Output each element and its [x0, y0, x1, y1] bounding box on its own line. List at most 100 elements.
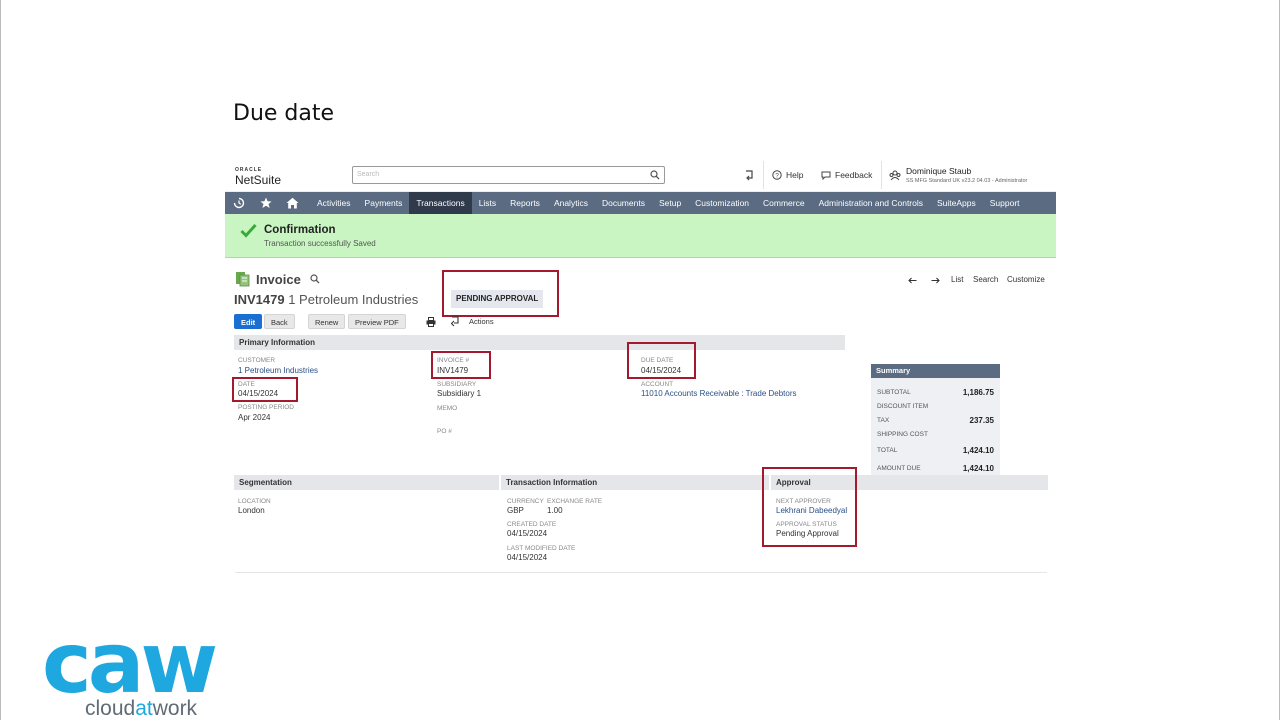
- account-value[interactable]: 11010 Accounts Receivable : Trade Debtor…: [641, 389, 797, 398]
- back-button[interactable]: Back: [264, 314, 295, 329]
- print-icon[interactable]: [426, 317, 436, 327]
- search-link[interactable]: Search: [973, 275, 998, 284]
- nav-item-analytics[interactable]: Analytics: [547, 192, 595, 214]
- invoice-icon: [236, 272, 250, 287]
- attach-icon[interactable]: [449, 316, 460, 327]
- slide-title: Due date: [233, 101, 335, 126]
- nav-item-administration-and-controls[interactable]: Administration and Controls: [812, 192, 930, 214]
- total-value: 1,424.10: [962, 446, 994, 455]
- recent-records-icon[interactable]: [743, 169, 755, 181]
- posting-period-value: Apr 2024: [238, 413, 271, 422]
- summary-panel: Summary SUBTOTAL 1,186.75 DISCOUNT ITEM T…: [871, 364, 1000, 475]
- highlight-box: [232, 377, 298, 402]
- netsuite-screenshot: ORACLE NetSuite Search ? Help Feedback D…: [225, 158, 1056, 578]
- record-number: INV1479: [234, 292, 285, 307]
- nav-item-activities[interactable]: Activities: [310, 192, 358, 214]
- help-icon: ?: [772, 170, 782, 180]
- divider: [763, 161, 764, 189]
- nav-item-transactions[interactable]: Transactions: [409, 192, 472, 214]
- roles-icon[interactable]: [889, 170, 901, 181]
- tax-label: TAX: [877, 417, 890, 424]
- nav-item-customization[interactable]: Customization: [688, 192, 756, 214]
- tax-value: 237.35: [969, 416, 994, 425]
- currency-value: GBP: [507, 506, 524, 515]
- search-placeholder: Search: [357, 171, 380, 178]
- summary-amount-due: AMOUNT DUE 1,424.10: [877, 464, 994, 473]
- location-value: London: [238, 506, 265, 515]
- next-record-icon[interactable]: [931, 277, 940, 284]
- preview-pdf-button[interactable]: Preview PDF: [348, 314, 406, 329]
- divider: [881, 161, 882, 189]
- brand-word-cloud: cloud: [85, 697, 136, 720]
- last-modified-date-value: 04/15/2024: [507, 553, 548, 562]
- search-icon[interactable]: [650, 170, 660, 180]
- previous-record-icon[interactable]: [908, 277, 917, 284]
- discount-label: DISCOUNT ITEM: [877, 403, 929, 410]
- nav-item-commerce[interactable]: Commerce: [756, 192, 812, 214]
- checkmark-icon: [240, 223, 257, 238]
- confirmation-banner: Confirmation Transaction successfully Sa…: [225, 214, 1056, 258]
- main-nav: Activities Payments Transactions Lists Repor…: [225, 192, 1056, 214]
- summary-subtotal: SUBTOTAL 1,186.75: [877, 388, 994, 397]
- recent-records-nav[interactable]: [225, 192, 252, 214]
- confirmation-message: Transaction successfully Saved: [264, 239, 376, 248]
- nav-item-setup[interactable]: Setup: [652, 192, 688, 214]
- user-name: Dominique Staub: [906, 166, 972, 176]
- netsuite-wordmark: NetSuite: [235, 173, 282, 187]
- history-icon: [233, 197, 244, 209]
- nav-items: Activities Payments Transactions Lists Repor…: [310, 192, 1027, 214]
- amount-due-value: 1,424.10: [962, 464, 994, 473]
- renew-button[interactable]: Renew: [308, 314, 346, 329]
- customer-value[interactable]: 1 Petroleum Industries: [238, 366, 318, 375]
- brand-word-work: work: [152, 697, 198, 720]
- home-nav[interactable]: [279, 192, 306, 214]
- divider: [235, 572, 1047, 573]
- created-date-value: 04/15/2024: [507, 529, 548, 538]
- subtotal-value: 1,186.75: [962, 388, 994, 397]
- nav-item-lists[interactable]: Lists: [472, 192, 503, 214]
- highlight-box: [431, 351, 491, 379]
- shortcuts-nav[interactable]: [252, 192, 279, 214]
- feedback-label: Feedback: [835, 170, 873, 180]
- brand-wordmark: cloudatwork: [85, 698, 214, 720]
- nav-item-payments[interactable]: Payments: [358, 192, 410, 214]
- highlight-box: [442, 270, 559, 317]
- confirmation-title: Confirmation: [264, 224, 336, 236]
- brand-word-at: at: [135, 697, 153, 720]
- subsidiary-label: SUBSIDIARY: [437, 381, 477, 388]
- record-type: Invoice: [235, 271, 320, 287]
- customer-label: CUSTOMER: [238, 357, 276, 364]
- brand-mark: caw: [42, 614, 218, 712]
- actions-menu[interactable]: Actions: [469, 317, 494, 326]
- nav-item-suiteapps[interactable]: SuiteApps: [930, 192, 983, 214]
- po-number-label: PO #: [437, 428, 452, 435]
- global-search-input[interactable]: Search: [352, 166, 665, 184]
- highlight-box: [762, 467, 857, 547]
- netsuite-logo[interactable]: ORACLE NetSuite: [235, 166, 281, 186]
- memo-label: MEMO: [437, 405, 458, 412]
- user-menu[interactable]: Dominique Staub SS MFG Standard UK v23.2…: [906, 166, 1027, 184]
- feedback-link[interactable]: Feedback: [821, 170, 872, 180]
- list-link[interactable]: List: [951, 275, 963, 284]
- feedback-icon: [821, 171, 831, 180]
- customize-link[interactable]: Customize: [1007, 275, 1045, 284]
- last-modified-date-label: LAST MODIFIED DATE: [507, 545, 576, 552]
- help-link[interactable]: ? Help: [772, 170, 803, 180]
- nav-item-support[interactable]: Support: [983, 192, 1027, 214]
- summary-shipping: SHIPPING COST: [877, 431, 994, 438]
- help-label: Help: [786, 170, 804, 180]
- svg-text:?: ?: [775, 172, 779, 179]
- summary-title: Summary: [871, 364, 1000, 378]
- created-date-label: CREATED DATE: [507, 521, 557, 528]
- currency-label: CURRENCY: [507, 498, 544, 505]
- record-customer: 1 Petroleum Industries: [288, 292, 419, 307]
- nav-item-documents[interactable]: Documents: [595, 192, 652, 214]
- edit-button[interactable]: Edit: [234, 314, 263, 329]
- search-icon[interactable]: [310, 274, 320, 284]
- nav-item-reports[interactable]: Reports: [503, 192, 547, 214]
- exchange-rate-value: 1.00: [547, 506, 563, 515]
- location-label: LOCATION: [238, 498, 271, 505]
- summary-total: TOTAL 1,424.10: [877, 446, 994, 455]
- top-bar: ORACLE NetSuite Search ? Help Feedback D…: [225, 158, 1056, 192]
- primary-information-header: Primary Information: [234, 335, 845, 350]
